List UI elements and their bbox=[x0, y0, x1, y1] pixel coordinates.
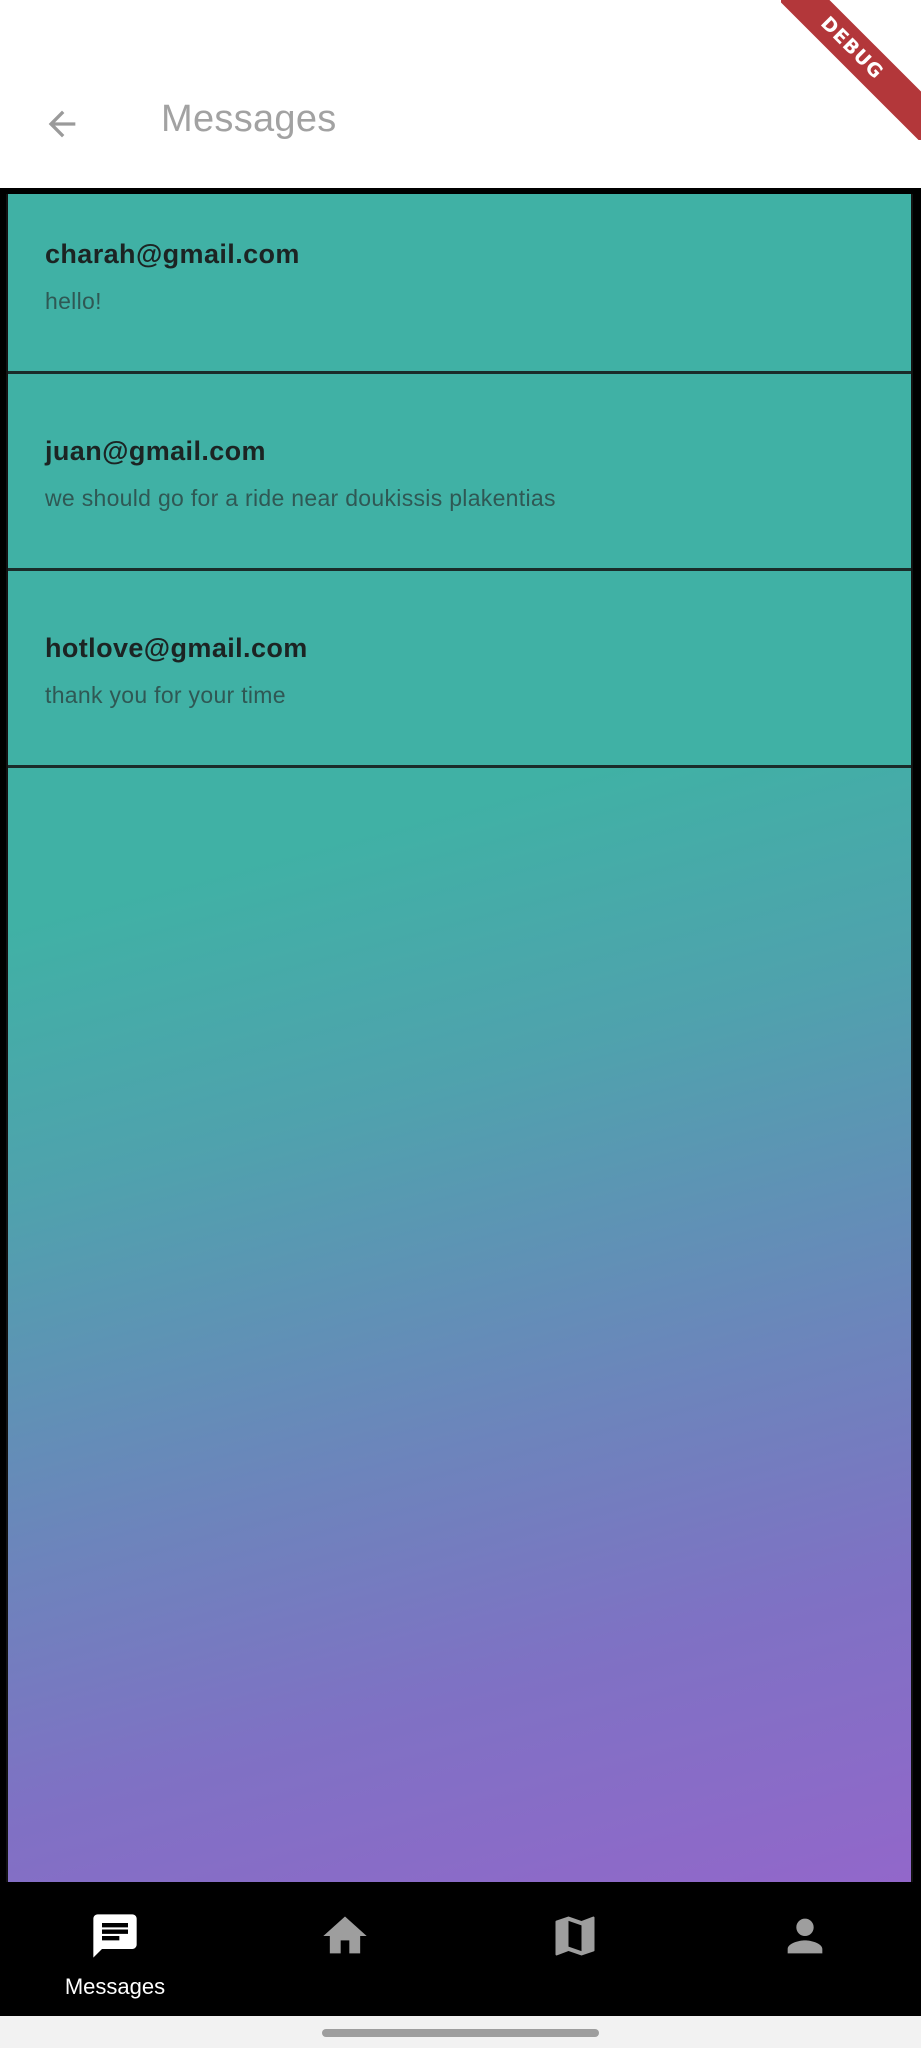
system-gesture-area bbox=[0, 2016, 921, 2048]
message-preview: hello! bbox=[45, 288, 102, 314]
app-bar: Messages bbox=[0, 60, 921, 188]
nav-item-home[interactable] bbox=[230, 1882, 460, 2016]
person-icon bbox=[787, 1918, 823, 1954]
message-sender: hotlove@gmail.com bbox=[45, 633, 308, 663]
nav-item-messages[interactable]: Messages bbox=[0, 1882, 230, 2016]
message-sender: juan@gmail.com bbox=[45, 436, 266, 466]
back-button[interactable] bbox=[22, 90, 102, 158]
message-item[interactable]: hotlove@gmail.com thank you for your tim… bbox=[8, 571, 911, 768]
nav-label-messages: Messages bbox=[64, 1974, 166, 1999]
home-icon bbox=[323, 1916, 367, 1954]
message-item[interactable]: charah@gmail.com hello! bbox=[8, 194, 911, 374]
nav-item-profile[interactable] bbox=[690, 1882, 920, 2016]
nav-item-map[interactable] bbox=[460, 1882, 690, 2016]
message-sender: charah@gmail.com bbox=[45, 239, 300, 269]
message-preview: thank you for your time bbox=[45, 682, 286, 708]
message-icon bbox=[93, 1914, 137, 1958]
gesture-handle[interactable] bbox=[322, 2029, 599, 2037]
status-bar bbox=[0, 0, 921, 60]
messages-list: charah@gmail.com hello! juan@gmail.com w… bbox=[6, 194, 913, 1882]
message-preview: we should go for a ride near doukissis p… bbox=[45, 485, 556, 511]
page-title: Messages bbox=[161, 98, 337, 140]
map-icon bbox=[555, 1916, 595, 1956]
arrow-left-icon bbox=[48, 110, 76, 138]
app-screen: DEBUG Messages charah@gmail.com hello! j… bbox=[0, 0, 921, 2048]
message-item[interactable]: juan@gmail.com we should go for a ride n… bbox=[8, 374, 911, 571]
bottom-navigation-bar: Messages bbox=[0, 1882, 921, 2016]
